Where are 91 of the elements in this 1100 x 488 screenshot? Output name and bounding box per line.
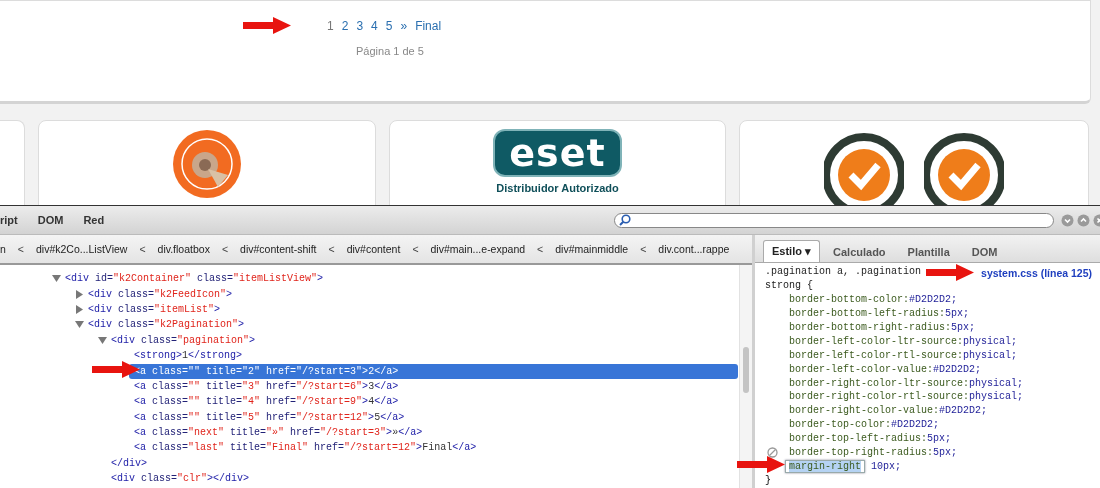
breadcrumb-separator: < [327, 243, 336, 255]
property-value[interactable]: #D2D2D2; [939, 405, 988, 417]
property-name[interactable]: border-bottom-color: [789, 294, 910, 306]
breadcrumb-item[interactable]: div#main...e-expand [428, 243, 528, 255]
code-line[interactable]: <div class="k2Pagination"> [83, 317, 738, 333]
panel-tab[interactable]: DOM [31, 211, 70, 229]
breadcrumb-separator: < [536, 243, 545, 255]
code-line[interactable]: <strong>1</strong> [129, 348, 738, 364]
property-value[interactable]: 5px; [927, 433, 952, 445]
property-name[interactable]: border-right-color-value: [789, 405, 940, 417]
property-name[interactable]: border-top-right-radius: [789, 447, 934, 458]
css-selector: strong { [765, 278, 813, 293]
page-link[interactable]: 2 [341, 19, 349, 33]
collapse-triangle-icon[interactable] [75, 320, 84, 330]
breadcrumb-separator: < [138, 243, 147, 255]
breadcrumb-item[interactable]: div#k2Co...ListView [34, 243, 130, 255]
code-line[interactable]: <a class="last" title="Final" href="/?start=12">Final</a> [129, 440, 738, 456]
breadcrumb-separator: < [220, 243, 230, 255]
page-link[interactable]: 3 [356, 19, 364, 33]
property-value[interactable]: physical; [969, 391, 1024, 403]
property-value[interactable]: physical; [963, 335, 1018, 347]
property-value[interactable]: physical; [963, 349, 1018, 361]
expand-triangle-icon[interactable] [75, 289, 84, 299]
code-line[interactable]: <a class="next" title="»" href="/?start=3">»</a> [129, 425, 738, 441]
css-selector: .pagination a, .pagination [765, 265, 922, 279]
breadcrumb-separator: < [411, 243, 420, 255]
side-tab[interactable]: Calculado [824, 241, 895, 262]
expand-triangle-icon[interactable] [75, 304, 84, 314]
breadcrumb-item[interactable]: div#content-shift [238, 243, 319, 255]
code-line[interactable]: </div> [106, 455, 738, 471]
property-name[interactable]: border-bottom-right-radius: [789, 322, 952, 333]
seal-drawing [172, 129, 242, 199]
side-tab[interactable]: Estilo ▾ [763, 240, 820, 262]
page-link[interactable]: 4 [371, 19, 378, 33]
property-name[interactable]: border-left-color-rtl-source: [789, 349, 964, 361]
property-edit-field[interactable]: margin-right [785, 459, 865, 473]
pointer-arrow [926, 264, 974, 281]
code-line[interactable]: <div class="k2FeedIcon"> [83, 286, 738, 302]
property-value[interactable]: #D2D2D2; [933, 363, 982, 375]
breadcrumb-separator: < [639, 243, 648, 255]
chevron-down-icon[interactable] [1061, 213, 1074, 227]
property-name[interactable]: border-left-color-value: [789, 363, 934, 375]
property-value[interactable]: physical; [969, 377, 1024, 389]
side-tab[interactable]: Plantilla [898, 241, 959, 262]
page-link[interactable]: 1 [327, 19, 334, 33]
code-line[interactable]: <a class="" title="4" href="/?start=9">4</a> [129, 394, 738, 410]
search-field[interactable] [614, 212, 1054, 228]
page-link[interactable]: » [400, 19, 408, 33]
property-name[interactable]: border-top-color: [789, 419, 892, 431]
code-line[interactable]: <div class="clr"></div> [106, 471, 738, 487]
scrollbar-thumb[interactable] [743, 347, 749, 393]
breadcrumb-separator: < [16, 243, 25, 255]
property-value[interactable]: 5px; [945, 308, 970, 320]
property-value[interactable]: 10px; [871, 460, 902, 472]
code-line[interactable]: <div class="itemList"> [83, 301, 738, 317]
collapse-triangle-icon[interactable] [98, 335, 107, 345]
breadcrumb-item[interactable]: div#mainmiddle [553, 243, 631, 255]
disable-icon[interactable] [767, 446, 778, 458]
property-value[interactable]: #D2D2D2; [909, 294, 958, 306]
property-name[interactable]: border-top-left-radius: [789, 433, 928, 445]
pointer-arrow [243, 17, 291, 34]
brand-logo: eset [493, 129, 622, 177]
search-icon [619, 214, 631, 226]
property-name[interactable]: border-right-color-rtl-source: [789, 391, 970, 403]
page-link[interactable]: 5 [385, 19, 393, 33]
side-tab[interactable]: DOM [962, 241, 1007, 262]
code-line[interactable]: <div class="pagination"> [106, 332, 738, 348]
property-name[interactable]: border-right-color-ltr-source: [789, 377, 970, 389]
collapse-triangle-icon[interactable] [52, 274, 61, 284]
scrollbar[interactable] [739, 265, 752, 488]
page-link[interactable]: Final [415, 19, 442, 33]
breadcrumb-item[interactable]: div.cont...rappe [656, 243, 732, 255]
property-value[interactable]: 5px; [951, 322, 976, 333]
breadcrumb-item[interactable]: div.floatbox [155, 243, 212, 255]
breadcrumb-item[interactable]: div#content [344, 243, 403, 255]
code-line[interactable]: <a class="" title="5" href="/?start=12">5</a> [129, 409, 738, 425]
code-line[interactable]: <div id="k2Container" class="itemListView"> [60, 271, 738, 287]
property-value[interactable]: 5px; [933, 447, 958, 458]
logo-caption: Distribuidor Autorizado [496, 182, 619, 194]
panel-tab[interactable]: Red [77, 211, 111, 229]
page-status: Página 1 de 5 [356, 45, 424, 57]
property-name[interactable]: border-bottom-left-radius: [789, 308, 946, 320]
property-name[interactable]: border-left-color-ltr-source: [789, 335, 964, 347]
source-link[interactable]: system.css (línea 125) [981, 266, 1092, 281]
rule-closing-brace: } [765, 473, 772, 488]
property-value[interactable]: #D2D2D2; [891, 419, 940, 431]
pointer-arrow [737, 456, 785, 473]
breadcrumb-item[interactable]: n [0, 243, 8, 255]
chevron-up-icon[interactable] [1077, 213, 1090, 227]
code-line[interactable]: <a class="" title="3" href="/?start=6">3</a> [129, 378, 738, 394]
panel-tab[interactable]: ript [0, 211, 24, 229]
